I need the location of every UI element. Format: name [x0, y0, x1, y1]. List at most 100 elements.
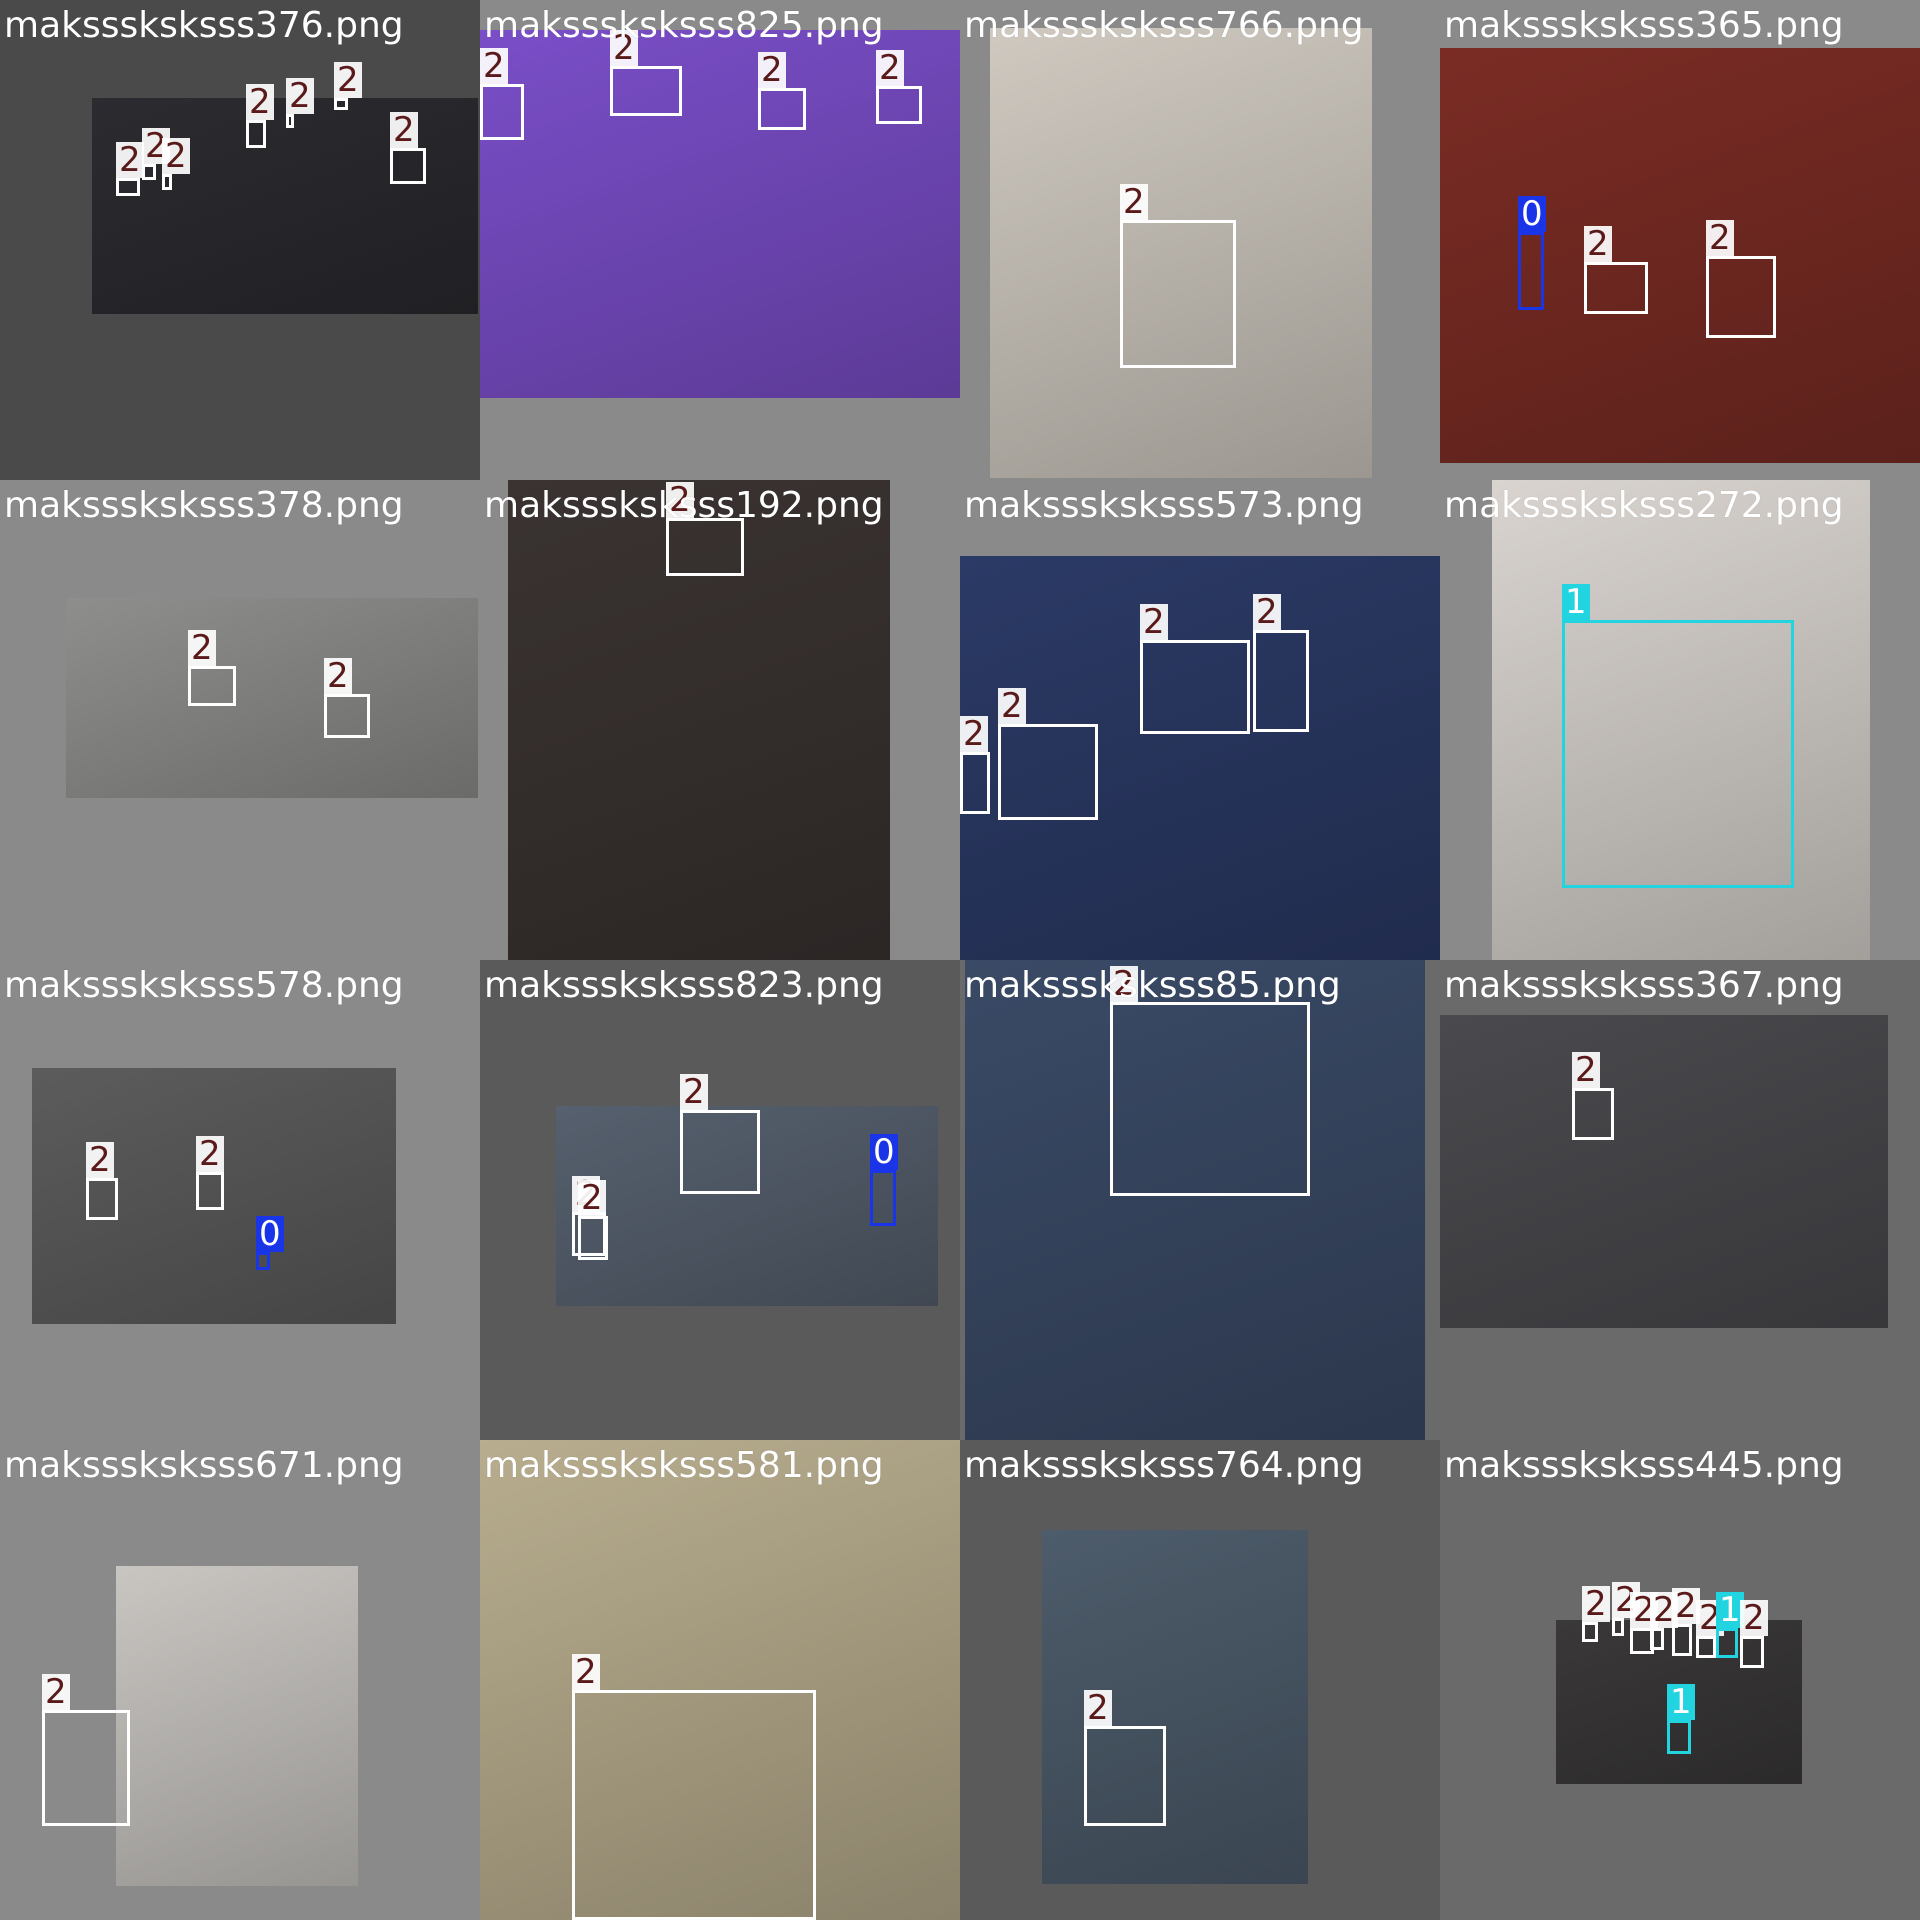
detection-box — [390, 148, 426, 184]
filename-label: maksssksksss376.png — [4, 5, 404, 46]
detection-box — [680, 1110, 760, 1194]
image-tile: 2220maksssksksss823.png — [480, 960, 960, 1440]
detection-label: 2 — [758, 52, 786, 88]
detection-label: 2 — [42, 1674, 70, 1710]
detection-label: 0 — [256, 1216, 284, 1252]
detection-label: 2 — [324, 658, 352, 694]
detection-box — [1253, 630, 1309, 732]
detection-box — [572, 1690, 816, 1920]
detection-box — [1584, 262, 1648, 314]
detection-label: 2 — [116, 142, 144, 178]
photo-area — [116, 1566, 358, 1886]
detection-box — [42, 1710, 130, 1826]
image-tile: 2 maksssksksss581.png — [480, 1440, 960, 1920]
detection-label: 2 — [876, 50, 904, 86]
image-tile: 2 maksssksksss671.png — [0, 1440, 480, 1920]
filename-label: maksssksksss192.png — [484, 485, 884, 526]
detection-box — [1110, 1002, 1310, 1196]
detection-label: 2 — [390, 112, 418, 148]
detection-label: 0 — [870, 1134, 898, 1170]
detection-box — [324, 694, 370, 738]
photo-area — [1440, 1015, 1888, 1328]
detection-label: 2 — [1140, 604, 1168, 640]
detection-box — [870, 1170, 896, 1226]
detection-box — [876, 86, 922, 124]
filename-label: maksssksksss581.png — [484, 1445, 884, 1486]
filename-label: maksssksksss825.png — [484, 5, 884, 46]
filename-label: maksssksksss578.png — [4, 965, 404, 1006]
detection-box — [116, 178, 140, 196]
image-tile: 2 2 0 maksssksksss578.png — [0, 960, 480, 1440]
filename-label: maksssksksss85.png — [964, 965, 1341, 1006]
detection-label: 2 — [162, 138, 190, 174]
detection-label: 2 — [1084, 1690, 1112, 1726]
image-tile: 2 2 2 2 maksssksksss825.png — [480, 0, 960, 480]
image-tile: 2 maksssksksss367.png — [1440, 960, 1920, 1440]
detection-box — [480, 84, 524, 140]
image-tile: 1 maksssksksss272.png — [1440, 480, 1920, 960]
detection-box — [1084, 1726, 1166, 1826]
detection-label: 2 — [286, 78, 314, 114]
detection-label: 2 — [480, 48, 508, 84]
detection-box — [1650, 1628, 1664, 1650]
filename-label: maksssksksss823.png — [484, 965, 884, 1006]
detection-label: 2 — [1740, 1600, 1768, 1636]
detection-box — [1612, 1618, 1624, 1636]
detection-label: 2 — [572, 1654, 600, 1690]
image-tile: 2 2 2 2 maksssksksss573.png — [960, 480, 1440, 960]
detection-box — [578, 1216, 608, 1260]
filename-label: maksssksksss445.png — [1444, 1445, 1844, 1486]
detection-box — [142, 164, 156, 180]
detection-label: 2 — [196, 1136, 224, 1172]
detection-box — [1716, 1628, 1738, 1658]
detection-label: 2 — [1253, 594, 1281, 630]
detection-box — [610, 66, 682, 116]
detection-box — [1140, 640, 1250, 734]
filename-label: maksssksksss272.png — [1444, 485, 1844, 526]
detection-box — [286, 114, 294, 128]
detection-label: 1 — [1667, 1684, 1695, 1720]
filename-label: maksssksksss766.png — [964, 5, 1364, 46]
detection-box — [1120, 220, 1236, 368]
detection-box — [758, 88, 806, 130]
detection-label: 0 — [1518, 196, 1546, 232]
image-tile: 2 maksssksksss766.png — [960, 0, 1440, 480]
detection-label: 2 — [960, 716, 988, 752]
detection-box — [1706, 256, 1776, 338]
detection-box — [1572, 1088, 1614, 1140]
detection-box — [1672, 1624, 1692, 1656]
detection-label: 2 — [1120, 184, 1148, 220]
image-tile: 2 2 maksssksksss378.png — [0, 480, 480, 960]
detection-box — [246, 120, 266, 148]
photo-area — [1042, 1530, 1308, 1884]
mosaic-grid: 2 2 2 2 2 2 2 maksssksksss376.png 2 2 2 2 maksssksks… — [0, 0, 1920, 1920]
detection-box — [1562, 620, 1794, 888]
filename-label: maksssksksss573.png — [964, 485, 1364, 526]
filename-label: maksssksksss671.png — [4, 1445, 404, 1486]
detection-box — [1582, 1622, 1598, 1642]
filename-label: maksssksksss365.png — [1444, 5, 1844, 46]
detection-label: 2 — [680, 1074, 708, 1110]
detection-label: 2 — [998, 688, 1026, 724]
detection-label: 2 — [1584, 226, 1612, 262]
filename-label: maksssksksss378.png — [4, 485, 404, 526]
detection-label: 2 — [1572, 1052, 1600, 1088]
detection-label: 2 — [1582, 1586, 1610, 1622]
filename-label: maksssksksss764.png — [964, 1445, 1364, 1486]
detection-label: 1 — [1562, 584, 1590, 620]
detection-label: 2 — [246, 84, 274, 120]
detection-box — [256, 1252, 270, 1270]
image-tile: 2 2 2 2 2 2 1 2 1 maksssksksss445.png — [1440, 1440, 1920, 1920]
image-tile: 2 2 2 2 2 2 2 maksssksksss376.png — [0, 0, 480, 480]
filename-label: maksssksksss367.png — [1444, 965, 1844, 1006]
image-tile: 2 maksssksksss764.png — [960, 1440, 1440, 1920]
detection-box — [998, 724, 1098, 820]
detection-label: 2 — [578, 1180, 606, 1216]
detection-box — [86, 1178, 118, 1220]
detection-label: 2 — [1706, 220, 1734, 256]
detection-box — [196, 1172, 224, 1210]
image-tile: 2 maksssksksss192.png — [480, 480, 960, 960]
detection-label: 2 — [86, 1142, 114, 1178]
detection-box — [1740, 1636, 1764, 1668]
detection-box — [960, 752, 990, 814]
